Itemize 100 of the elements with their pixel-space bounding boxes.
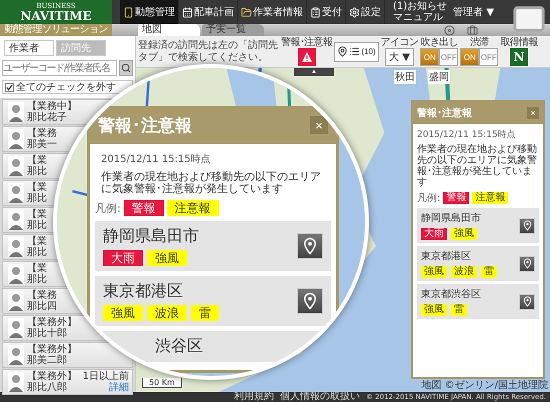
info-button[interactable]: N [510, 48, 528, 66]
pin-list-button[interactable]: (10) [334, 42, 379, 62]
check-icon [6, 84, 13, 90]
worker-status: 【業務中】 [27, 101, 77, 112]
worker-name: 那比 [27, 193, 47, 204]
avatar-icon [8, 156, 24, 176]
worker-status: 【業 [27, 236, 47, 247]
search-button[interactable] [119, 60, 133, 76]
locate-button[interactable] [519, 256, 535, 272]
list-icon [349, 46, 360, 57]
worker-status: 【業 [27, 209, 47, 220]
locate-button[interactable] [297, 233, 323, 259]
locate-button[interactable] [519, 294, 535, 310]
area-name: 東京都渋谷区 [421, 288, 482, 301]
pin-icon [301, 237, 319, 255]
avatar-icon [8, 345, 24, 365]
last-seen: 1日以上前 [82, 371, 129, 382]
pin-icon [522, 296, 532, 307]
worker-status: 【業 [27, 182, 47, 193]
locate-button[interactable] [519, 218, 535, 234]
alert-tag: 強風 [421, 266, 447, 278]
legend-tag: 注意報 [472, 192, 508, 204]
avatar-icon [8, 318, 24, 338]
avatar-icon [8, 264, 24, 284]
off-button[interactable]: OFF [479, 48, 498, 66]
notice-link[interactable]: (1)お知らせ [393, 1, 448, 12]
clipboard-icon [310, 6, 321, 18]
worker-name: 那比 [27, 274, 47, 285]
worker-search-field[interactable]: ユーザーコード/作業者氏名 [2, 60, 117, 76]
worker-status: 【業務外】 [27, 344, 77, 355]
alert-tag: 強風 [451, 228, 477, 240]
icon-size-select[interactable]: 大 ▼ [385, 48, 414, 66]
view-tab[interactable]: 地図 [138, 24, 200, 36]
phone-icon [123, 6, 134, 18]
control-label: 吹き出し [420, 37, 458, 48]
disc-icon[interactable] [444, 24, 455, 36]
off-button[interactable]: OFF [439, 48, 458, 66]
pin-icon [337, 46, 348, 57]
worker-name: 那比四 [27, 301, 57, 312]
close-button[interactable]: × [527, 107, 539, 119]
close-button[interactable]: × [310, 116, 328, 134]
control-label: アイコン [380, 37, 418, 48]
legend-tag: 注意報 [166, 200, 219, 216]
view-tab[interactable]: 予実一覧 [202, 24, 264, 36]
worker-item[interactable]: 【業務外】 那比八郎 1日以上前 詳細 [2, 369, 133, 395]
avatar-icon [8, 210, 24, 230]
locate-button[interactable] [297, 288, 323, 314]
pin-icon [522, 220, 532, 231]
legend-tag: 警報 [124, 200, 164, 216]
legend-label: 凡例: [95, 200, 121, 216]
manual-link[interactable]: マニュアル [393, 12, 448, 23]
timestamp: 2015/12/11 15:15時点 [417, 128, 517, 141]
alert-tag: 強風 [421, 304, 447, 316]
area-name: 静岡県島田市 [421, 212, 482, 225]
worker-item[interactable]: 【業務外】 那美二郎 [2, 342, 133, 368]
logo-tagline: 動態管理ソリューション [0, 24, 112, 36]
logo-text: NAVITIME [20, 10, 92, 23]
folder-icon [241, 6, 252, 18]
scale-bar: 50 Km [142, 378, 182, 388]
uncheck-all-checkbox[interactable]: 全てのチェックを外す [2, 80, 133, 94]
control-label: 取得情報 [500, 37, 538, 48]
nav-tab[interactable]: 動態管理 [120, 0, 179, 24]
worker-status: 【業 [27, 155, 47, 166]
avatar-icon [8, 129, 24, 149]
legend-label: 凡例: [417, 192, 440, 205]
legend-tag: 警報 [443, 192, 470, 204]
sidebar-tab[interactable]: 作業者 [4, 40, 54, 56]
avatar-icon [8, 372, 24, 392]
warning-icon [300, 51, 313, 63]
control-label: 警報･注意報 [281, 37, 332, 48]
city-label: 盛岡 [428, 70, 450, 84]
city-label: 秋田 [394, 70, 416, 84]
alert-tag: 大雨 [421, 228, 447, 240]
worker-name: 那比 [27, 220, 47, 231]
worker-name: 那比 [27, 166, 47, 177]
checkbox[interactable] [5, 82, 14, 92]
avatar-icon [8, 237, 24, 257]
worker-name: 那比八郎 [27, 382, 68, 393]
worker-name: 那美二郎 [27, 355, 68, 366]
pin-icon [522, 258, 532, 269]
area-name: 東京都港区 [421, 250, 472, 263]
alert-tag: 波浪 [147, 305, 187, 321]
alert-tag: 強風 [103, 305, 143, 321]
search-icon [121, 63, 131, 73]
worker-status: 【業務外】 [27, 371, 77, 382]
alert-tag: 雷 [191, 305, 219, 321]
worker-status: 【業務 [27, 128, 57, 139]
worker-status: 【業 [27, 263, 47, 274]
worker-name: 那比十郎 [27, 328, 68, 339]
alert-button[interactable] [298, 48, 316, 66]
area-name: 渋谷区 [155, 336, 204, 357]
briefcase-icon[interactable] [467, 24, 478, 36]
alert-tag: 雷 [481, 266, 497, 278]
avatar-icon [8, 291, 24, 311]
worker-name: 那比 [27, 247, 47, 258]
avatar-icon [8, 183, 24, 203]
detail-link[interactable]: 詳細 [109, 382, 129, 393]
control-label: 渋滞 [470, 37, 489, 48]
user-menu[interactable]: 管理者 ▼ [453, 0, 494, 24]
alert-tag: 波浪 [451, 266, 477, 278]
